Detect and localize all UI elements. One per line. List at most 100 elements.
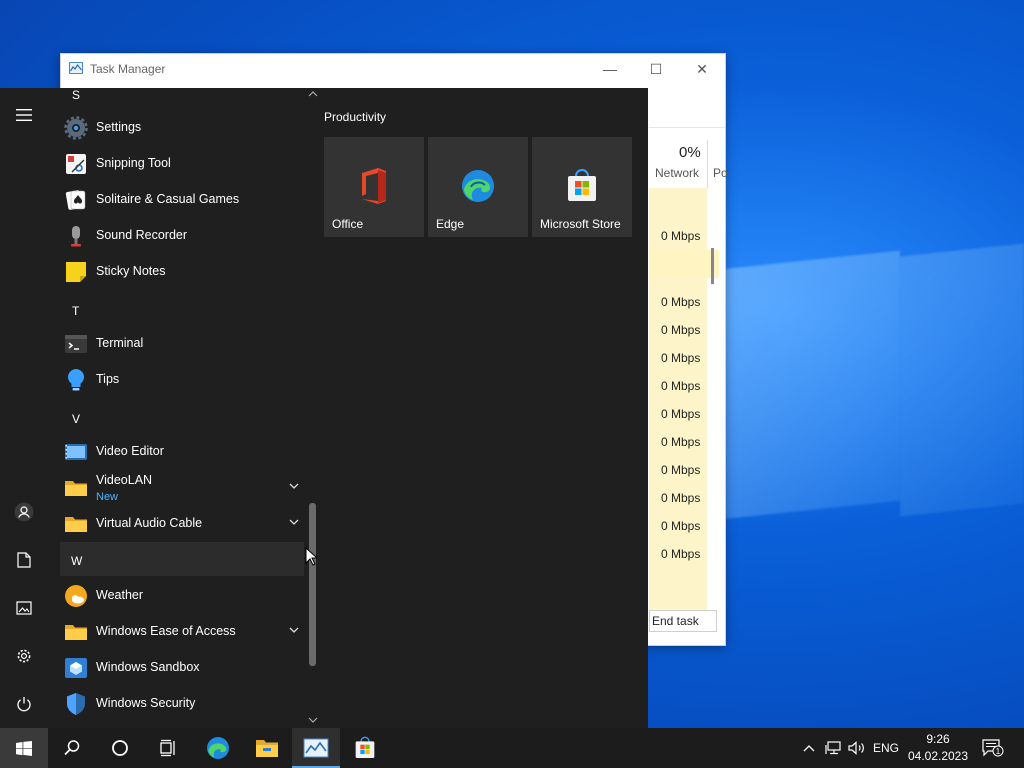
title-bar[interactable]: Task Manager — ☐ ✕ [61, 54, 725, 84]
taskbar-file-explorer[interactable] [243, 728, 291, 768]
app-label: Terminal [96, 336, 144, 350]
tile-edge[interactable]: Edge [428, 137, 528, 237]
letter-header-v[interactable]: V [72, 412, 80, 426]
folder-virtual-audio-cable[interactable]: Virtual Audio Cable [60, 506, 306, 542]
app-label: Video Editor [96, 444, 164, 458]
maximize-button[interactable]: ☐ [633, 56, 679, 82]
power-column-header[interactable]: Po [713, 166, 728, 180]
volume-tray-button[interactable] [846, 728, 868, 768]
folder-icon [65, 517, 87, 532]
app-solitaire[interactable]: Solitaire & Casual Games [60, 182, 306, 218]
wallpaper-light [900, 243, 1024, 517]
app-snipping-tool[interactable]: Snipping Tool [60, 146, 306, 182]
chevron-down-icon[interactable] [288, 624, 300, 636]
store-icon [355, 736, 375, 758]
app-list[interactable]: S Settings Snipping Tool Solitaire & Cas… [60, 88, 306, 728]
table-row[interactable]: 0 Mbps [649, 222, 719, 250]
table-row[interactable]: 0 Mbps [649, 344, 719, 372]
tile-group-title[interactable]: Productivity [324, 110, 386, 124]
sticky-notes-icon [66, 262, 86, 282]
app-settings[interactable]: Settings [60, 110, 306, 146]
app-label: Tips [96, 372, 120, 386]
tile-label: Office [332, 217, 364, 231]
search-button[interactable] [48, 728, 96, 768]
table-row[interactable]: 0 Mbps [649, 540, 719, 568]
app-label: Snipping Tool [96, 156, 171, 170]
task-view-button[interactable] [144, 728, 192, 768]
app-terminal[interactable]: Terminal [60, 326, 306, 362]
app-label: Windows Ease of Access [96, 624, 236, 638]
letter-header-s[interactable]: S [72, 88, 80, 102]
task-view-icon [160, 739, 175, 757]
settings-gear-icon[interactable] [12, 644, 36, 668]
hamburger-menu-icon[interactable] [12, 103, 36, 127]
table-row[interactable]: 0 Mbps [649, 400, 719, 428]
tile-office[interactable]: Office [324, 137, 424, 237]
pictures-icon[interactable] [12, 596, 36, 620]
clock[interactable]: 9:26 04.02.2023 [904, 731, 972, 765]
app-sound-recorder[interactable]: Sound Recorder [60, 218, 306, 254]
scroll-down-icon[interactable] [308, 716, 318, 724]
table-row[interactable]: 0 Mbps [649, 512, 719, 540]
table-row[interactable]: 0 Mbps [649, 372, 719, 400]
table-row[interactable] [649, 250, 719, 278]
tile-label: Microsoft Store [540, 217, 621, 231]
app-weather[interactable]: Weather [60, 578, 306, 614]
window-title: Task Manager [90, 62, 166, 76]
app-tips[interactable]: Tips [60, 362, 306, 398]
user-account-icon[interactable] [12, 500, 36, 524]
close-button[interactable]: ✕ [679, 56, 725, 82]
scroll-up-icon[interactable] [308, 90, 318, 98]
letter-header-label: W [71, 554, 83, 568]
app-label: Solitaire & Casual Games [96, 192, 240, 206]
edge-icon [462, 170, 494, 202]
taskbar-task-manager[interactable] [292, 728, 340, 768]
speaker-icon [848, 741, 864, 755]
app-windows-sandbox[interactable]: Windows Sandbox [60, 650, 306, 686]
language-indicator[interactable]: ENG [870, 728, 902, 768]
tile-microsoft-store[interactable]: Microsoft Store [532, 137, 632, 237]
app-list-scrollbar[interactable] [306, 88, 320, 728]
action-center-button[interactable]: 1 [978, 728, 1008, 768]
table-row[interactable]: 0 Mbps [649, 288, 719, 316]
app-windows-security[interactable]: Windows Security [60, 686, 306, 722]
chevron-down-icon[interactable] [288, 480, 300, 492]
network-tray-button[interactable] [822, 728, 844, 768]
process-table: 0% Network Po 0 Mbps 0 Mbps 0 Mbps 0 Mbp… [649, 100, 728, 645]
app-label: Virtual Audio Cable [96, 516, 203, 530]
folder-ease-of-access[interactable]: Windows Ease of Access [60, 614, 306, 650]
wallpaper-light [720, 250, 900, 520]
chevron-down-icon[interactable] [288, 516, 300, 528]
taskbar-store[interactable] [341, 728, 389, 768]
letter-header-w[interactable]: W [60, 542, 304, 576]
table-scrollbar[interactable] [711, 188, 714, 626]
folder-videolan[interactable]: VideoLAN New [60, 470, 306, 506]
minimize-button[interactable]: — [587, 56, 633, 82]
show-hidden-icons-button[interactable] [798, 728, 820, 768]
table-row[interactable]: 0 Mbps [649, 484, 719, 512]
start-button[interactable] [0, 728, 48, 768]
end-task-button[interactable]: End task [649, 610, 717, 632]
divider [707, 140, 708, 188]
power-icon[interactable] [12, 692, 36, 716]
terminal-icon [65, 335, 87, 353]
table-row[interactable]: 0 Mbps [649, 428, 719, 456]
video-editor-icon [65, 444, 87, 460]
snipping-tool-icon [66, 154, 86, 174]
app-label: Settings [96, 120, 142, 134]
table-row[interactable]: 0 Mbps [649, 456, 719, 484]
documents-icon[interactable] [12, 548, 36, 572]
task-manager-icon [69, 62, 83, 74]
table-row[interactable]: 0 Mbps [649, 316, 719, 344]
letter-header-t[interactable]: T [72, 304, 79, 318]
taskbar-edge[interactable] [194, 728, 242, 768]
start-rail [0, 88, 48, 728]
scrollbar-thumb[interactable] [309, 503, 316, 666]
app-video-editor[interactable]: Video Editor [60, 434, 306, 470]
mouse-cursor-icon [305, 547, 317, 566]
app-sticky-notes[interactable]: Sticky Notes [60, 254, 306, 290]
tile-label: Edge [436, 217, 465, 231]
cortana-button[interactable] [96, 728, 144, 768]
start-menu: S Settings Snipping Tool Solitaire & Cas… [0, 88, 648, 728]
network-column-header[interactable]: Network [655, 166, 699, 180]
